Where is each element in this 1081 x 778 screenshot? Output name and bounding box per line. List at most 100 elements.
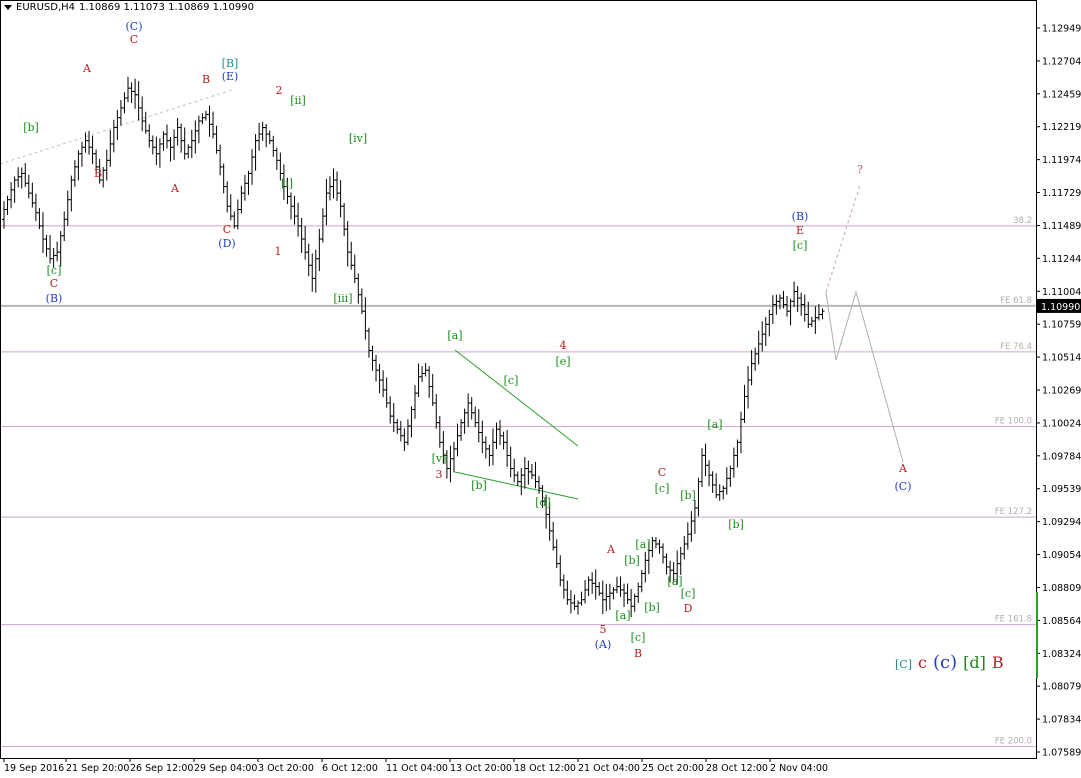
price-bar <box>409 406 414 438</box>
price-bar <box>150 135 155 155</box>
price-bar <box>777 294 782 310</box>
price-bar <box>473 406 478 428</box>
price-bar <box>335 171 340 201</box>
x-tick-label: 19 Sep 2016 <box>4 763 64 774</box>
price-bar <box>129 82 134 104</box>
price-bar <box>296 202 301 237</box>
price-bar <box>363 297 368 340</box>
price-bar <box>250 149 255 185</box>
price-bar <box>483 436 488 459</box>
fib-level-label: FE 76.4 <box>1000 342 1032 352</box>
price-bar <box>398 420 403 442</box>
price-bar <box>65 190 70 226</box>
wave-label: [d] <box>535 496 551 509</box>
price-bar <box>79 141 84 167</box>
price-bar <box>303 225 308 260</box>
price-bar <box>661 543 666 564</box>
price-bar <box>554 539 559 569</box>
wave-degree-legend: [C] c (c) [d] B <box>895 652 1004 673</box>
price-bar <box>738 411 743 454</box>
price-bar <box>115 109 120 141</box>
projection-path <box>825 290 904 463</box>
wave-label: A <box>898 462 908 475</box>
wave-label: A <box>82 62 92 75</box>
price-bar <box>83 132 88 153</box>
price-bar <box>742 384 747 423</box>
wave-label: [b] <box>624 554 640 567</box>
y-tick-label: 1.11004 <box>1042 287 1081 298</box>
wave-label: [c] <box>655 482 670 495</box>
price-bar <box>466 393 471 427</box>
y-tick-label: 1.12949 <box>1042 24 1081 35</box>
projection-dashed <box>825 184 861 293</box>
wave-degree-legend-item: c <box>918 653 927 672</box>
y-tick-label: 1.12459 <box>1042 89 1081 100</box>
wave-label: B <box>202 73 210 86</box>
price-bar <box>76 150 81 181</box>
price-bar <box>643 551 648 583</box>
price-bar <box>133 78 138 109</box>
price-bar <box>611 587 616 600</box>
price-bar <box>104 149 109 181</box>
price-bar <box>430 373 435 406</box>
y-tick-label: 1.11974 <box>1042 155 1081 166</box>
price-bar <box>505 429 510 467</box>
price-bar <box>614 576 619 594</box>
price-bar <box>597 582 602 596</box>
fib-level-label: FE 200.0 <box>995 737 1032 747</box>
wave-label: [c] <box>631 631 646 644</box>
price-bar <box>455 423 460 457</box>
price-bar <box>664 553 669 575</box>
wave-label: D <box>684 602 693 615</box>
x-tick-label: 18 Oct 12:00 <box>514 763 576 774</box>
price-bar <box>168 136 173 162</box>
x-tick-label: 6 Oct 12:00 <box>322 763 378 774</box>
price-bar <box>157 138 162 168</box>
price-bar <box>416 363 421 398</box>
y-tick-label: 1.11489 <box>1042 221 1081 232</box>
price-bar <box>572 594 577 611</box>
wave-label: C <box>130 33 138 46</box>
price-bar <box>292 195 297 225</box>
wave-label: 3 <box>436 468 443 481</box>
wave-degree-legend-item: B <box>991 653 1004 672</box>
x-tick-label: 11 Oct 04:00 <box>386 763 448 774</box>
price-bar <box>122 92 127 114</box>
price-bar <box>274 147 279 171</box>
price-bar <box>381 370 386 398</box>
price-bar <box>820 308 825 320</box>
price-bar <box>30 182 35 208</box>
price-bar <box>33 193 38 222</box>
price-bar <box>327 176 332 201</box>
price-bar <box>721 485 726 500</box>
price-bar <box>200 113 205 125</box>
wave-label: B <box>634 647 642 660</box>
price-bar <box>214 125 219 154</box>
y-tick-label: 1.10269 <box>1042 386 1081 397</box>
wave-label: [e] <box>555 355 570 368</box>
price-bar <box>508 446 513 478</box>
price-bar <box>211 111 216 139</box>
price-bar <box>420 366 425 383</box>
price-bar <box>267 130 272 145</box>
wave-label: C <box>658 466 666 479</box>
x-tick-label: 3 Oct 20:00 <box>258 763 314 774</box>
price-bar <box>126 76 131 103</box>
price-bar <box>639 570 644 593</box>
y-tick-label: 1.08324 <box>1042 649 1081 660</box>
price-bar <box>788 298 793 326</box>
price-bar <box>480 420 485 454</box>
price-bar <box>607 583 612 610</box>
fib-level-label: 38.2 <box>1013 216 1032 226</box>
price-bar <box>529 464 534 479</box>
x-tick-label: 28 Oct 12:00 <box>706 763 768 774</box>
price-bar <box>55 241 60 262</box>
y-tick-label: 1.08079 <box>1042 682 1081 693</box>
price-bar <box>451 441 456 473</box>
price-bar <box>9 181 14 209</box>
price-bar <box>225 181 230 213</box>
price-bar <box>253 134 258 171</box>
price-bar <box>735 439 740 468</box>
price-bar <box>487 444 492 467</box>
x-tick-label: 26 Sep 12:00 <box>130 763 193 774</box>
